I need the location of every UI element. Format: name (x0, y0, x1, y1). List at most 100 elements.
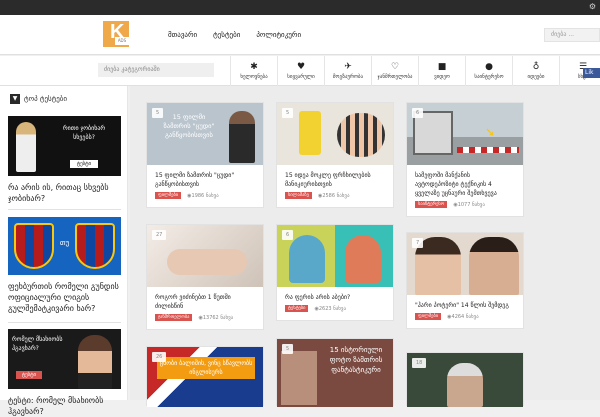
category-badge[interactable]: ჯანმრთელობა (155, 314, 193, 321)
article-title[interactable]: როგორ ვიძინებთ 1 წუთში ძილისწინ (147, 287, 263, 311)
like-count[interactable]: 7 (412, 238, 424, 248)
article-image[interactable]: 6 (277, 225, 393, 287)
divider (8, 209, 121, 210)
category-item[interactable]: ✱ ხელოვნება (230, 56, 277, 86)
article-card[interactable]: 18 (406, 352, 524, 407)
view-count: 1986 ნახვა (187, 193, 219, 199)
category-badge[interactable]: ფილმები (415, 313, 442, 320)
category-item[interactable]: ♁ იდეები (512, 56, 559, 86)
like-count[interactable]: 6 (282, 230, 294, 240)
article-card[interactable]: 27 როგორ ვიძინებთ 1 წუთში ძილისწინ ჯანმრ… (146, 224, 264, 330)
article-image[interactable]: 27 (147, 225, 263, 287)
sidebar-item-image-text: რომელ მსახიობს ჰგავხარ? (12, 336, 63, 352)
video-icon: ■ (437, 62, 447, 72)
category-bar: ძიება კატეგორიაში ✱ ხელოვნება ♥ სიყვარული ✈ მ… (0, 56, 600, 86)
category-badge[interactable]: ფილმები (155, 192, 182, 199)
article-card[interactable]: 6 რა ფერის არის აბები? ტესტები 2623 ნახვ… (276, 224, 394, 321)
chat-icon: ● (485, 62, 493, 72)
article-image[interactable]: 5 (277, 103, 393, 165)
sidebar: ▼ ტოპ ტესტები რითი ჯობიხარ სხვებს? ტესტი… (0, 86, 128, 416)
like-count[interactable]: 18 (412, 358, 427, 368)
article-title[interactable]: 15 ფილმი ზამთრის "ცუდი" განწყობისთვის (147, 165, 263, 189)
article-card[interactable]: 5 15 იდეა მოკლე ფრჩხილების მანიკიურისთვი… (276, 102, 394, 208)
article-card[interactable]: 7 "ჰარი პოტერი" 14 წლის შემდეგ ფილმები 4… (406, 232, 524, 329)
sidebar-item-title[interactable]: ტესტი: რომელ მსახიობს ჰგავხარ? (8, 395, 121, 417)
article-image[interactable]: 15 ისტორიული ფოტო ზამთრის ფანტასტიკური 5 (277, 339, 393, 407)
photo-figure (281, 351, 317, 405)
hand-right (345, 235, 381, 283)
category-item[interactable]: ✈ მოგზაურობა (324, 56, 371, 86)
nav-item-politics[interactable]: პოლიტიკური (256, 31, 301, 39)
sleeping-person (167, 249, 247, 275)
category-badge[interactable]: სილამაზე (285, 192, 312, 199)
article-meta: საინტერესო 1077 ნახვა (407, 198, 523, 216)
article-meta: სილამაზე 2586 ნახვა (277, 189, 393, 207)
like-count[interactable]: 27 (152, 230, 167, 240)
view-count: 2586 ნახვა (318, 193, 349, 199)
category-label: მოგზაურობა (332, 74, 364, 80)
sidebar-item-title[interactable]: ფეხბურთის რომელი გუნდის ოფიციალური ლიგის… (8, 281, 121, 314)
hand-left (289, 235, 325, 283)
article-image[interactable]: ცხობი ბალიშის, ვინც სწავლობს ინგლისურს 2… (147, 347, 263, 407)
divider (8, 322, 121, 323)
like-count[interactable]: 6 (412, 108, 424, 118)
sidebar-item-title[interactable]: რა არის ის, რითაც სხვებს ჯობიხარ? (8, 182, 121, 204)
heart-icon: ♥ (296, 62, 306, 72)
view-count: 1077 ნახვა (453, 202, 485, 208)
article-image[interactable]: 18 (407, 353, 523, 407)
article-card[interactable]: ცხობი ბალიშის, ვინც სწავლობს ინგლისურს 2… (146, 346, 264, 407)
category-badge[interactable]: საინტერესო (415, 201, 448, 208)
category-item[interactable]: ♡ ჯანმრთელობა (371, 56, 418, 86)
like-count[interactable]: 26 (152, 352, 167, 362)
sidebar-item[interactable]: თუ ფეხბურთის რომელი გუნდის ოფიციალური ლი… (8, 217, 121, 314)
category-badge[interactable]: ტესტები (285, 305, 309, 312)
nav-item-home[interactable]: მთავარი (168, 31, 197, 39)
sidebar-item-image-caption: ტესტი (70, 160, 98, 168)
main-nav: მთავარი ტესტები პოლიტიკური (168, 31, 301, 39)
article-image[interactable]: 7 (407, 233, 523, 295)
facebook-like-button[interactable]: Lik (583, 68, 600, 78)
chevron-down-icon[interactable]: ▼ (10, 94, 20, 104)
site-header: K ADS მთავარი ტესტები პოლიტიკური ძიება .… (0, 15, 600, 55)
like-count[interactable]: 5 (152, 108, 164, 118)
top-bar: ⚙ (0, 0, 600, 15)
plane-icon: ✈ (344, 62, 352, 72)
sidebar-item[interactable]: რომელ მსახიობს ჰგავხარ? ტესტი ტესტი: რომ… (8, 329, 121, 417)
category-item[interactable]: ■ ვიდეო (418, 56, 465, 86)
header-search-input[interactable]: ძიება ... (544, 28, 600, 42)
person-figure (16, 122, 36, 172)
gear-icon[interactable]: ⚙ (589, 2, 596, 11)
category-item[interactable]: ♥ სიყვარული (277, 56, 324, 86)
category-label: ვიდეო (434, 74, 450, 80)
article-title[interactable]: 15 იდეა მოკლე ფრჩხილების მანიკიურისთვის (277, 165, 393, 189)
health-icon: ♡ (390, 62, 400, 72)
article-meta: ფილმები 4264 ნახვა (407, 310, 523, 328)
category-list: ✱ ხელოვნება ♥ სიყვარული ✈ მოგზაურობა ♡ ჯანმრთელ… (230, 56, 600, 86)
category-label: სიყვარული (287, 74, 315, 80)
category-search-input[interactable]: ძიება კატეგორიაში (98, 63, 214, 77)
article-meta: ჯანმრთელობა 13762 ნახვა (147, 311, 263, 329)
article-image[interactable]: ➘ 6 (407, 103, 523, 165)
sidebar-item-image[interactable]: რითი ჯობიხარ სხვებს? ტესტი (8, 116, 121, 176)
sidebar-item-image[interactable]: თუ (8, 217, 121, 275)
arrow-icon: ➘ (485, 125, 496, 139)
article-title[interactable]: "ჰარი პოტერი" 14 წლის შემდეგ (407, 295, 523, 310)
article-image-text: ცხობი ბალიშის, ვინც სწავლობს ინგლისურს (157, 357, 255, 379)
nail-polish-bottle (299, 111, 321, 155)
article-image[interactable]: 15 ფილმი ზამთრის "ცუდი" განწყობისთვის 5 (147, 103, 263, 165)
sidebar-item-image[interactable]: რომელ მსახიობს ჰგავხარ? ტესტი (8, 329, 121, 389)
article-title[interactable]: სამეფოში მანქანის ავტოდეპოზიტი ტექნიკის … (407, 165, 523, 198)
article-card[interactable]: 15 ისტორიული ფოტო ზამთრის ფანტასტიკური 5 (276, 338, 394, 407)
article-card[interactable]: ➘ 6 სამეფოში მანქანის ავტოდეპოზიტი ტექნი… (406, 102, 524, 217)
nav-item-tests[interactable]: ტესტები (213, 31, 240, 39)
like-count[interactable]: 5 (282, 344, 294, 354)
article-card[interactable]: 15 ფილმი ზამთრის "ცუდი" განწყობისთვის 5 … (146, 102, 264, 208)
sidebar-item[interactable]: რითი ჯობიხარ სხვებს? ტესტი რა არის ის, რ… (8, 116, 121, 204)
category-item[interactable]: ● საინტერესო (465, 56, 512, 86)
view-count: 13762 ნახვა (198, 315, 233, 321)
manicured-hand (337, 113, 385, 157)
site-logo[interactable]: K ADS (103, 21, 129, 47)
sidebar-item-image-text: რითი ჯობიხარ სხვებს? (62, 125, 106, 141)
like-count[interactable]: 5 (282, 108, 294, 118)
article-title[interactable]: რა ფერის არის აბები? (277, 287, 393, 302)
